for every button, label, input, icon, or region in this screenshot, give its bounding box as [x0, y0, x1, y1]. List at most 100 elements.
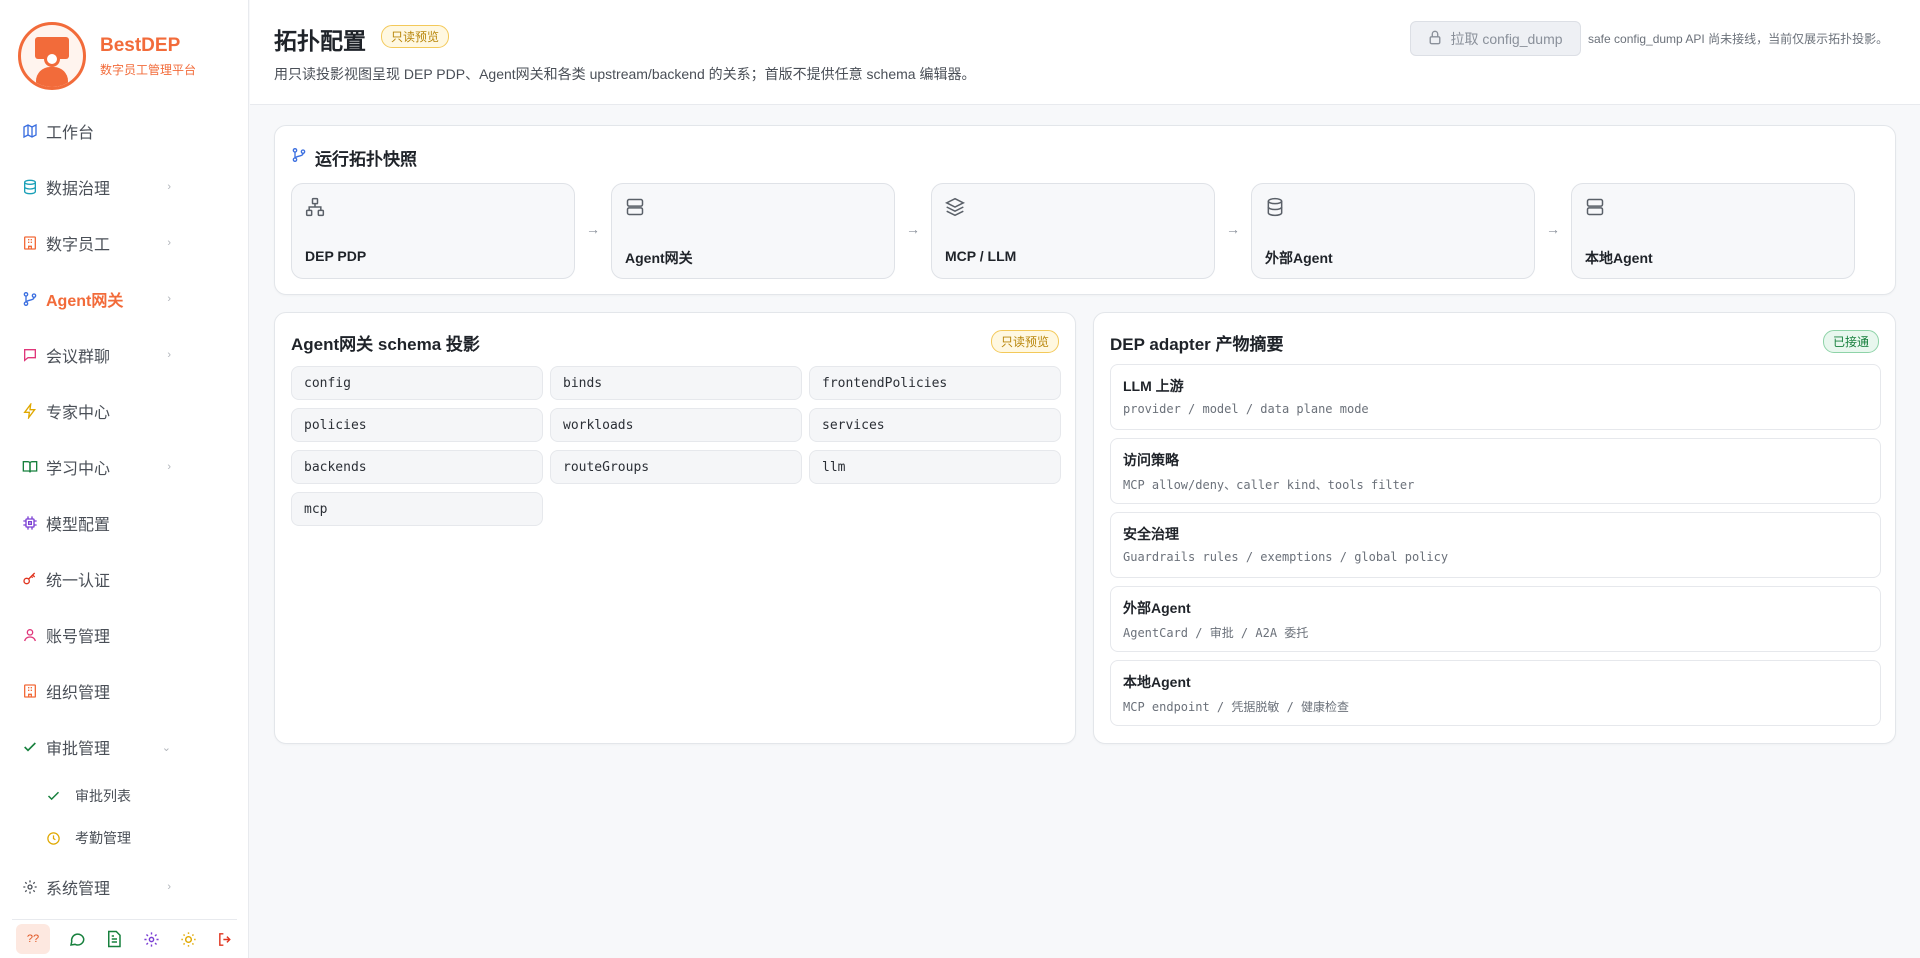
- sidebar-item-3[interactable]: Agent网关 ›: [0, 271, 249, 327]
- topology-node-name: DEP PDP: [305, 248, 367, 264]
- git-branch-icon: [21, 291, 38, 308]
- sidebar-item-label: 数字员工: [46, 237, 111, 254]
- check-icon: [21, 739, 38, 756]
- schema-chip: backends: [291, 450, 543, 484]
- server-icon: [625, 197, 645, 217]
- schema-chip: binds: [550, 366, 802, 400]
- fetch-note: safe config_dump API 尚未接线，当前仅展示拓扑投影。: [1588, 32, 1889, 46]
- sidebar-footer: ??: [12, 919, 237, 958]
- brand[interactable]: BestDEP 数字员工管理平台: [18, 21, 196, 91]
- adapter-row-title: 访问策略: [1123, 452, 1179, 468]
- chevron-right-icon: ›: [167, 181, 171, 193]
- chevron-down-icon: ⌄: [161, 741, 171, 754]
- adapter-row-title: 外部Agent: [1123, 600, 1191, 616]
- key-icon: [21, 571, 38, 588]
- sidebar-nav: 工作台 数据治理 › 数字员工 › Agent网关 › 会议群聊 › 专家中心 学习中心 › 模型配置统…: [0, 103, 249, 915]
- sidebar-item-10[interactable]: 组织管理: [0, 663, 249, 719]
- sidebar-item-label: 账号管理: [46, 629, 111, 646]
- chevron-right-icon: ›: [167, 881, 171, 893]
- schema-chip-list: config binds frontendPolicies policies workl…: [291, 366, 1061, 526]
- chat-icon[interactable]: [67, 929, 87, 949]
- topology-node: DEP PDP: [291, 183, 575, 279]
- arrow-right-icon: →: [1546, 221, 1560, 237]
- schema-chip: llm: [809, 450, 1061, 484]
- page-description: 用只读投影视图呈现 DEP PDP、Agent网关和各类 upstream/ba…: [274, 66, 976, 82]
- sidebar-item-0[interactable]: 工作台: [0, 103, 249, 159]
- adapter-row-desc: MCP allow/deny、caller kind、tools filter: [1123, 478, 1415, 492]
- sidebar-subitem-0[interactable]: 审批列表: [0, 775, 249, 817]
- logout-icon[interactable]: [215, 929, 235, 949]
- sun-icon[interactable]: [178, 929, 198, 949]
- sidebar-item-label: 学习中心: [46, 461, 111, 478]
- sidebar-item-6[interactable]: 学习中心 ›: [0, 439, 249, 495]
- sidebar-item-label: 工作台: [46, 125, 95, 142]
- sidebar-item-4[interactable]: 会议群聊 ›: [0, 327, 249, 383]
- database-icon: [21, 179, 38, 196]
- adapter-row-title: 安全治理: [1123, 526, 1179, 542]
- map-icon: [21, 123, 38, 140]
- adapter-row: LLM 上游 provider / model / data plane mode: [1110, 364, 1881, 430]
- schema-chip: mcp: [291, 492, 543, 526]
- user-icon: [21, 627, 38, 644]
- sidebar-item-11[interactable]: 审批管理 ⌄: [0, 719, 249, 775]
- adapter-title: DEP adapter 产物摘要: [1110, 335, 1284, 354]
- adapter-row: 外部Agent AgentCard / 审批 / A2A 委托: [1110, 586, 1881, 652]
- topology-node-name: 外部Agent: [1265, 250, 1333, 266]
- sidebar-item-label: 专家中心: [46, 405, 111, 422]
- help-button[interactable]: ??: [16, 924, 50, 954]
- schema-chip: services: [809, 408, 1061, 442]
- sidebar-item-9[interactable]: 账号管理: [0, 607, 249, 663]
- sidebar: BestDEP 数字员工管理平台 工作台 数据治理 › 数字员工 › Agent网关 › 会议…: [0, 0, 249, 958]
- sidebar-item-2[interactable]: 数字员工 ›: [0, 215, 249, 271]
- topology-title: 运行拓扑快照: [315, 150, 417, 169]
- topology-node: 本地Agent: [1571, 183, 1855, 279]
- chat-icon: [21, 347, 38, 364]
- cpu-icon: [21, 515, 38, 532]
- schema-chip: workloads: [550, 408, 802, 442]
- sidebar-item-system[interactable]: 系统管理 ›: [0, 859, 249, 915]
- schema-title: Agent网关 schema 投影: [291, 335, 480, 354]
- adapter-row: 访问策略 MCP allow/deny、caller kind、tools fil…: [1110, 438, 1881, 504]
- book-icon: [21, 459, 38, 476]
- schema-chip: config: [291, 366, 543, 400]
- brand-logo: [18, 22, 86, 90]
- database-icon: [1265, 197, 1285, 217]
- sidebar-item-label: 组织管理: [46, 685, 111, 702]
- sidebar-item-5[interactable]: 专家中心: [0, 383, 249, 439]
- topology-node-name: 本地Agent: [1585, 250, 1653, 266]
- sidebar-item-label: 数据治理: [46, 181, 111, 198]
- sidebar-item-1[interactable]: 数据治理 ›: [0, 159, 249, 215]
- fetch-config-dump-button[interactable]: 拉取 config_dump: [1410, 21, 1581, 56]
- adapter-row-title: LLM 上游: [1123, 378, 1184, 394]
- sidebar-item-7[interactable]: 模型配置: [0, 495, 249, 551]
- gear-icon[interactable]: [141, 929, 161, 949]
- brand-subtitle: 数字员工管理平台: [100, 62, 197, 77]
- page-header: 拓扑配置 只读预览 用只读投影视图呈现 DEP PDP、Agent网关和各类 u…: [250, 0, 1920, 105]
- sidebar-item-label: Agent网关: [46, 293, 124, 310]
- adapter-row-desc: AgentCard / 审批 / A2A 委托: [1123, 626, 1309, 640]
- adapter-row: 本地Agent MCP endpoint / 凭据脱敏 / 健康检查: [1110, 660, 1881, 726]
- sidebar-subitem-1[interactable]: 考勤管理: [0, 817, 249, 859]
- schema-chip: frontendPolicies: [809, 366, 1061, 400]
- check-icon: [46, 789, 61, 804]
- topology-node: Agent网关: [611, 183, 895, 279]
- chevron-right-icon: ›: [167, 237, 171, 249]
- layers-icon: [944, 197, 966, 217]
- schema-chip: routeGroups: [550, 450, 802, 484]
- lightning-icon: [21, 403, 38, 420]
- schema-chip: policies: [291, 408, 543, 442]
- adapter-row-desc: Guardrails rules / exemptions / global p…: [1123, 550, 1449, 564]
- document-icon[interactable]: [104, 929, 124, 949]
- adapter-row-desc: provider / model / data plane mode: [1123, 402, 1369, 416]
- arrow-right-icon: →: [906, 221, 920, 237]
- building-icon: [21, 683, 38, 700]
- sidebar-item-8[interactable]: 统一认证: [0, 551, 249, 607]
- network-icon: [305, 197, 325, 217]
- arrow-right-icon: →: [1226, 221, 1240, 237]
- sidebar-item-label: 模型配置: [46, 517, 111, 534]
- adapter-card: DEP adapter 产物摘要 已接通 LLM 上游 provider / mo…: [1093, 312, 1896, 744]
- server-icon: [1585, 197, 1605, 217]
- adapter-row-list: LLM 上游 provider / model / data plane mode…: [1110, 364, 1881, 734]
- adapter-connected-badge: 已接通: [1822, 330, 1879, 353]
- sidebar-subitem-label: 审批列表: [75, 788, 131, 804]
